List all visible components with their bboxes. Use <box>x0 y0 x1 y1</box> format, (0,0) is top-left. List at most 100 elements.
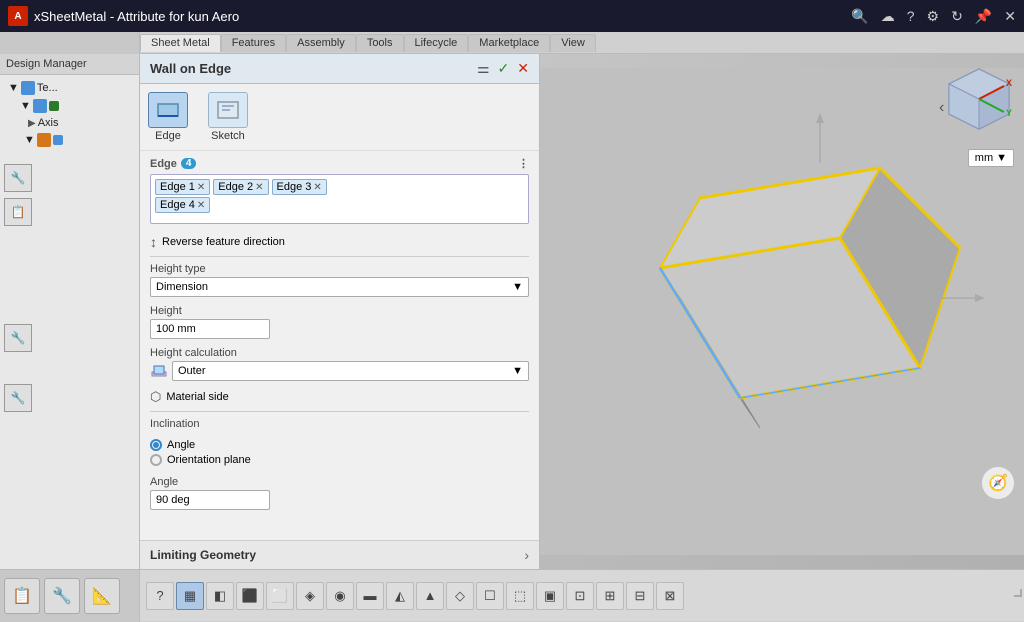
radio-angle-btn[interactable] <box>150 439 162 451</box>
height-type-dropdown-icon: ▼ <box>512 281 523 293</box>
tree-label-axis: Axis <box>38 117 59 129</box>
edge-tag-3-label: Edge 3 <box>277 181 312 193</box>
toolbar-icon-13[interactable]: ▣ <box>536 582 564 610</box>
sidebar-btn-2[interactable]: 📋 <box>4 198 32 226</box>
sidebar-btn-4[interactable]: 🔧 <box>4 384 32 412</box>
tab-marketplace[interactable]: Marketplace <box>468 34 550 52</box>
edge-tag-1[interactable]: Edge 1 ✕ <box>155 179 210 195</box>
toolbar-icon-17[interactable]: ⊠ <box>656 582 684 610</box>
toolbar-icon-2[interactable]: ◧ <box>206 582 234 610</box>
angle-label: Angle <box>150 476 529 488</box>
inclination-label: Inclination <box>150 418 529 430</box>
sidebar-btn-1[interactable]: 🔧 <box>4 164 32 192</box>
sketch-icon <box>214 98 242 122</box>
refresh-icon[interactable]: ↻ <box>951 8 963 25</box>
tab-features[interactable]: Features <box>221 34 286 52</box>
toolbar-icon-9[interactable]: ▲ <box>416 582 444 610</box>
settings-icon[interactable]: ⚙ <box>927 8 940 25</box>
bottom-icon-btn-3[interactable]: 📐 <box>84 578 120 614</box>
edge-tab-icon-box <box>148 92 188 128</box>
toolbar-icon-4[interactable]: ⬜ <box>266 582 294 610</box>
edge-tag-2[interactable]: Edge 2 ✕ <box>213 179 268 195</box>
edge-tag-3-close[interactable]: ✕ <box>313 182 321 193</box>
radio-orientation-btn[interactable] <box>150 454 162 466</box>
radio-angle-row[interactable]: Angle <box>150 439 529 451</box>
angle-input-container <box>150 490 529 510</box>
angle-input[interactable] <box>150 490 270 510</box>
toolbar-icon-11[interactable]: ☐ <box>476 582 504 610</box>
height-calc-value: Outer <box>178 365 206 377</box>
edge-tag-4-close[interactable]: ✕ <box>197 200 205 211</box>
edge-tag-2-label: Edge 2 <box>218 181 253 193</box>
toolbar-icon-3[interactable]: ⬛ <box>236 582 264 610</box>
toolbar-icon-7[interactable]: ▬ <box>356 582 384 610</box>
edge-tag-1-close[interactable]: ✕ <box>197 182 205 193</box>
edge-tag-3[interactable]: Edge 3 ✕ <box>272 179 327 195</box>
limiting-geometry-bar[interactable]: Limiting Geometry › <box>140 540 539 569</box>
bottom-icon-btn-1[interactable]: 📋 <box>4 578 40 614</box>
tab-tools[interactable]: Tools <box>356 34 404 52</box>
toolbar-icon-15[interactable]: ⊞ <box>596 582 624 610</box>
reverse-feature-btn[interactable]: ↕ Reverse feature direction <box>140 230 539 254</box>
panel-close-icon[interactable]: ✕ <box>517 60 529 77</box>
tree-item-child1[interactable]: ▼ <box>4 97 135 115</box>
tree-item-child2[interactable]: ▶ Axis <box>4 115 135 131</box>
bottom-icon-btn-2[interactable]: 🔧 <box>44 578 80 614</box>
toolbar-icon-14[interactable]: ⊡ <box>566 582 594 610</box>
panel-pin-icon[interactable]: ⚌ <box>477 60 490 77</box>
tree-icon-gear <box>49 101 59 111</box>
toolbar-icons: ? ▦ ◧ ⬛ ⬜ ◈ ◉ ▬ ◭ ▲ ◇ ☐ ⬚ ▣ ⊡ ⊞ ⊟ ⊠ <box>140 580 1024 612</box>
material-side-label: Material side <box>166 391 228 403</box>
viewport: ‹ X Y mm ▼ 🧭 <box>540 54 1024 569</box>
pin-icon[interactable]: 📌 <box>975 8 992 25</box>
title-bar-controls: 🔍 ☁ ? ⚙ ↻ 📌 ✕ <box>851 8 1016 25</box>
limit-label: Limiting Geometry <box>150 548 256 562</box>
edge-section: Edge 4 ⋮ Edge 1 ✕ Edge 2 ✕ Edge 3 <box>140 151 539 230</box>
toolbar-icon-12[interactable]: ⬚ <box>506 582 534 610</box>
toolbar-icon-8[interactable]: ◭ <box>386 582 414 610</box>
toolbar-icon-10[interactable]: ◇ <box>446 582 474 610</box>
toolbar-icon-5[interactable]: ◈ <box>296 582 324 610</box>
cloud-icon[interactable]: ☁ <box>881 8 895 25</box>
tree-item-root[interactable]: ▼ Te... <box>4 79 135 97</box>
height-type-value: Dimension <box>156 281 208 293</box>
edge-tags-container[interactable]: Edge 1 ✕ Edge 2 ✕ Edge 3 ✕ Edge 4 <box>150 174 529 224</box>
height-calc-select[interactable]: Outer ▼ <box>172 361 529 381</box>
tab-view[interactable]: View <box>550 34 596 52</box>
edge-section-menu-icon[interactable]: ⋮ <box>518 157 529 170</box>
radio-orientation-row[interactable]: Orientation plane <box>150 454 529 466</box>
resize-handle[interactable] <box>1014 589 1022 597</box>
nav-cube: ‹ X Y <box>934 64 1014 144</box>
svg-text:Y: Y <box>1006 108 1012 118</box>
tree-icon-orange <box>37 133 51 147</box>
edge-tag-4[interactable]: Edge 4 ✕ <box>155 197 210 213</box>
sidebar-btn-3[interactable]: 🔧 <box>4 324 32 352</box>
tab-sketch[interactable]: Sketch <box>208 92 248 142</box>
radio-orientation-label: Orientation plane <box>167 454 251 466</box>
edge-tags-row-1: Edge 1 ✕ Edge 2 ✕ Edge 3 ✕ <box>155 179 524 195</box>
svg-text:X: X <box>1006 78 1012 88</box>
toolbar-icon-1[interactable]: ▦ <box>176 582 204 610</box>
close-icon[interactable]: ✕ <box>1004 8 1016 25</box>
height-label: Height <box>150 305 529 317</box>
panel-tabs: Edge Sketch <box>140 84 539 151</box>
panel-title: Wall on Edge <box>150 61 231 76</box>
panel-accept-icon[interactable]: ✓ <box>498 60 510 77</box>
tree-item-child3[interactable]: ▼ <box>4 131 135 149</box>
tab-sheet-metal[interactable]: Sheet Metal <box>140 34 221 52</box>
tab-edge[interactable]: Edge <box>148 92 188 142</box>
tab-assembly[interactable]: Assembly <box>286 34 356 52</box>
search-icon[interactable]: 🔍 <box>851 8 868 25</box>
edge-tag-2-close[interactable]: ✕ <box>255 182 263 193</box>
help-icon[interactable]: ? <box>907 8 915 24</box>
toolbar-icon-6[interactable]: ◉ <box>326 582 354 610</box>
panel-header: Wall on Edge ⚌ ✓ ✕ <box>140 54 539 84</box>
unit-selector[interactable]: mm ▼ <box>968 149 1014 167</box>
tab-lifecycle[interactable]: Lifecycle <box>404 34 469 52</box>
compass-icon[interactable]: 🧭 <box>982 467 1014 499</box>
height-input[interactable] <box>150 319 270 339</box>
toolbar-icon-16[interactable]: ⊟ <box>626 582 654 610</box>
height-calc-dropdown-icon: ▼ <box>512 365 523 377</box>
toolbar-icon-help[interactable]: ? <box>146 582 174 610</box>
height-type-select[interactable]: Dimension ▼ <box>150 277 529 297</box>
